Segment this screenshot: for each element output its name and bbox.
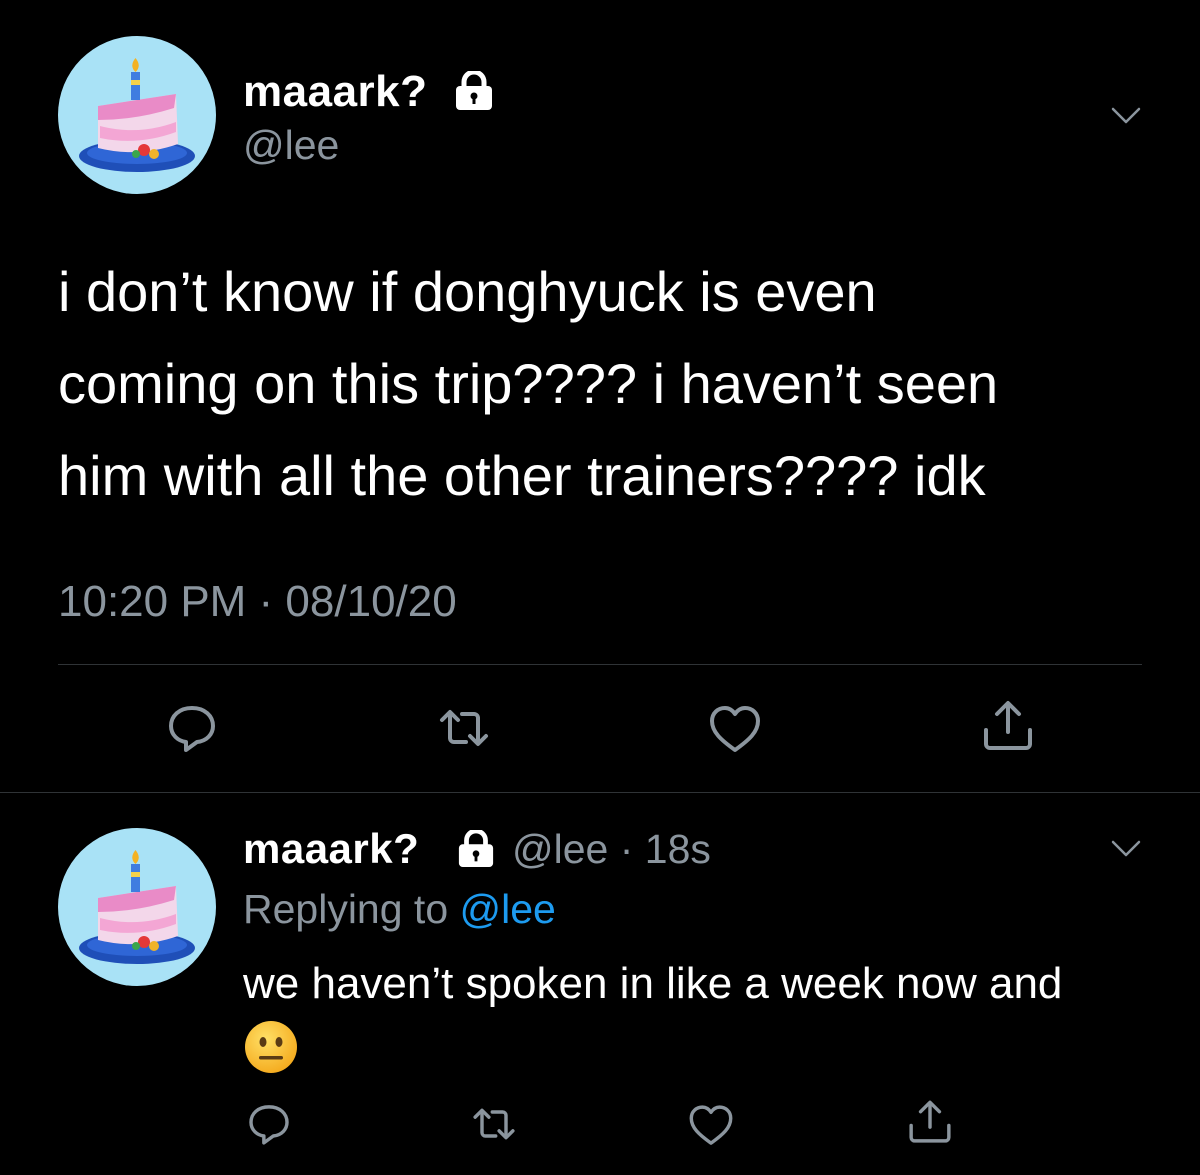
tweet-line: i don’t know if donghyuck is even <box>58 260 877 323</box>
tweet-text: i don’t know if donghyuck is even coming… <box>58 246 1168 522</box>
replying-to: Replying to @lee <box>243 884 556 934</box>
timestamp[interactable]: 10:20 PM · 08/10/20 <box>58 576 457 628</box>
reply-icon[interactable] <box>164 700 220 756</box>
reply-icon[interactable] <box>245 1100 293 1148</box>
tweet-line: coming on this trip???? i haven’t seen <box>58 352 999 415</box>
cake-avatar-icon <box>79 850 195 964</box>
handle-time[interactable]: @lee · 18s <box>512 824 711 874</box>
handle[interactable]: @lee <box>243 120 339 170</box>
cake-avatar-icon <box>79 58 195 172</box>
share-icon[interactable] <box>906 1098 954 1146</box>
like-icon[interactable] <box>687 1102 735 1150</box>
display-name[interactable]: maaark? <box>243 66 428 118</box>
chevron-down-icon[interactable] <box>1111 840 1141 858</box>
reply-text: we haven’t spoken in like a week now and <box>243 959 1063 1008</box>
like-icon[interactable] <box>707 702 763 758</box>
share-icon[interactable] <box>980 698 1036 754</box>
divider <box>58 664 1142 665</box>
lock-icon <box>455 828 497 868</box>
lock-icon <box>452 69 496 111</box>
divider <box>0 792 1200 793</box>
replying-prefix: Replying to <box>243 886 460 932</box>
mention-link[interactable]: @lee <box>460 886 556 932</box>
reply-avatar[interactable] <box>58 828 216 986</box>
retweet-icon[interactable] <box>470 1100 518 1148</box>
main-avatar[interactable] <box>58 36 216 194</box>
neutral-face-emoji <box>244 1020 298 1074</box>
chevron-down-icon[interactable] <box>1111 107 1141 125</box>
tweet-line: him with all the other trainers???? idk <box>58 444 986 507</box>
retweet-icon[interactable] <box>436 700 492 756</box>
display-name[interactable]: maaark? <box>243 824 419 874</box>
